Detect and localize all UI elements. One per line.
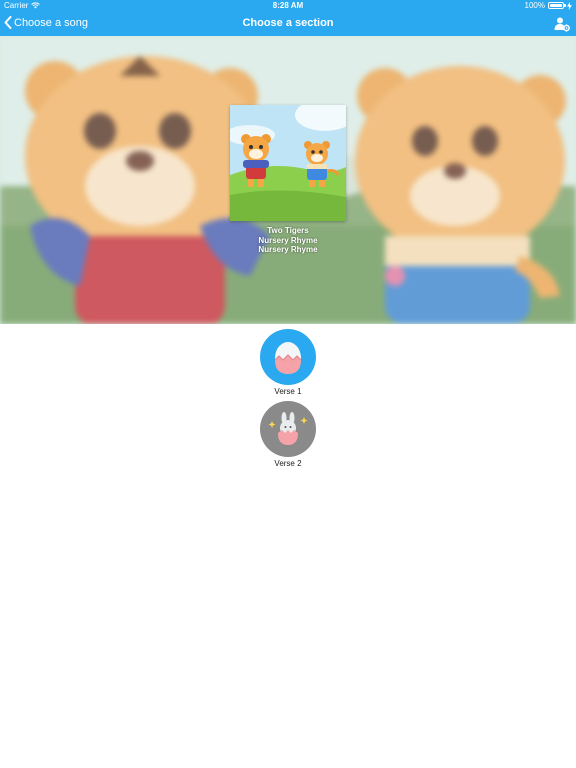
user-settings-icon[interactable] — [554, 16, 570, 32]
battery-status: 100% — [525, 1, 572, 10]
song-info: Two Tigers Nursery Rhyme Nursery Rhyme — [0, 226, 576, 255]
verse-2-button[interactable]: Verse 2 — [258, 401, 318, 468]
verse-1-label: Verse 1 — [274, 387, 302, 396]
status-bar: Carrier 8:28 AM 100% — [0, 0, 576, 12]
song-category: Nursery Rhyme — [258, 235, 318, 245]
battery-icon — [548, 2, 566, 9]
verse-1-button[interactable]: Verse 1 — [258, 329, 318, 396]
song-title: Two Tigers — [267, 226, 309, 235]
song-category-secondary: Nursery Rhyme — [258, 245, 318, 254]
verse-2-circle[interactable] — [260, 401, 316, 457]
charging-icon — [567, 1, 572, 10]
clock: 8:28 AM — [272, 1, 304, 10]
battery-percent: 100% — [524, 1, 545, 10]
page-title: Choose a section — [242, 17, 334, 29]
song-hero: Two Tigers Nursery Rhyme Nursery Rhyme — [0, 36, 576, 324]
verse-2-label: Verse 2 — [274, 459, 302, 468]
song-cover-image[interactable] — [230, 105, 346, 221]
cracked-egg-icon — [274, 342, 302, 374]
bunny-egg-icon — [268, 412, 308, 445]
two-tigers-artwork — [230, 105, 346, 221]
verse-1-circle[interactable] — [260, 329, 316, 385]
navigation-bar: Choose a song Choose a section — [0, 12, 576, 36]
